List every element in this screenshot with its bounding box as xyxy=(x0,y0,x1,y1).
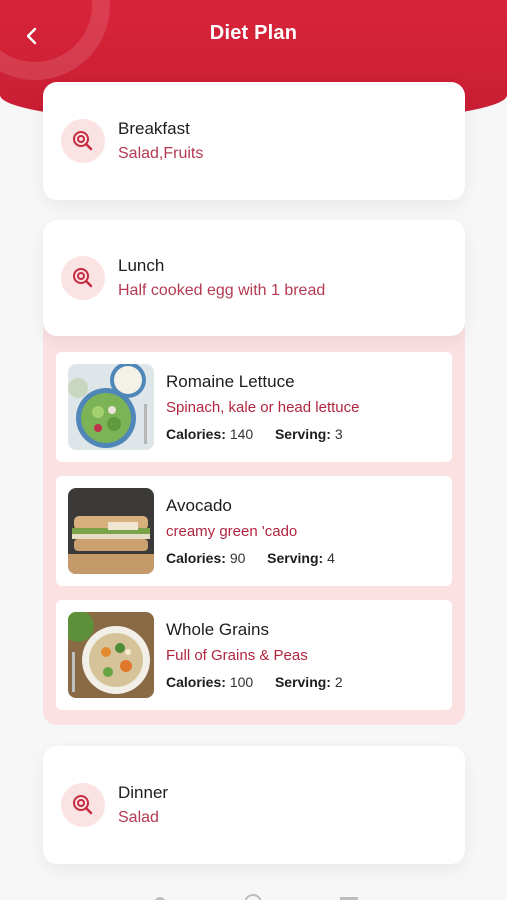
food-description: Spinach, kale or head lettuce xyxy=(166,399,360,416)
serving-label: Serving: xyxy=(274,426,331,442)
meal-title: Lunch xyxy=(118,256,165,275)
food-item[interactable]: Whole Grains Full of Grains & Peas Calor… xyxy=(56,600,452,710)
calories-label: Calories: xyxy=(166,674,226,690)
meal-subtitle: Salad xyxy=(118,809,159,826)
food-image-grains xyxy=(68,612,154,698)
meal-card-breakfast[interactable]: Breakfast Salad,Fruits xyxy=(43,82,465,200)
meal-card-dinner[interactable]: Dinner Salad xyxy=(43,746,465,864)
food-nutrition: Calories: 90 Serving: 4 xyxy=(166,550,335,566)
serving-label: Serving: xyxy=(274,674,331,690)
meal-card-lunch[interactable]: Lunch Half cooked egg with 1 bread xyxy=(43,220,465,336)
food-name: Whole Grains xyxy=(166,620,269,639)
meal-title: Breakfast xyxy=(118,119,190,138)
calories-value: 100 xyxy=(229,674,254,690)
meal-subtitle: Half cooked egg with 1 bread xyxy=(118,282,326,299)
food-name: Avocado xyxy=(166,496,232,515)
serving-label: Serving: xyxy=(267,550,324,566)
serving-value: 2 xyxy=(334,674,343,690)
meal-subtitle: Salad,Fruits xyxy=(118,145,204,162)
calories-label: Calories: xyxy=(166,426,226,442)
food-item[interactable]: Avocado creamy green 'cado Calories: 90 … xyxy=(56,476,452,586)
food-target-icon xyxy=(61,783,105,827)
food-target-icon xyxy=(61,256,105,300)
food-description: creamy green 'cado xyxy=(166,523,298,540)
food-item[interactable]: Romaine Lettuce Spinach, kale or head le… xyxy=(56,352,452,462)
food-name: Romaine Lettuce xyxy=(166,372,295,391)
calories-value: 140 xyxy=(229,426,254,442)
calories-label: Calories: xyxy=(166,550,226,566)
food-description: Full of Grains & Peas xyxy=(166,647,308,664)
calories-value: 90 xyxy=(229,550,246,566)
food-target-icon xyxy=(61,119,105,163)
food-nutrition: Calories: 100 Serving: 2 xyxy=(166,674,343,690)
meal-title: Dinner xyxy=(118,783,169,802)
food-image-salad xyxy=(68,364,154,450)
page-title: Diet Plan xyxy=(209,22,298,44)
serving-value: 3 xyxy=(334,426,343,442)
bottom-nav-peek xyxy=(0,888,507,900)
food-image-sandwich xyxy=(68,488,154,574)
food-nutrition: Calories: 140 Serving: 3 xyxy=(166,426,359,442)
serving-value: 4 xyxy=(327,550,335,566)
